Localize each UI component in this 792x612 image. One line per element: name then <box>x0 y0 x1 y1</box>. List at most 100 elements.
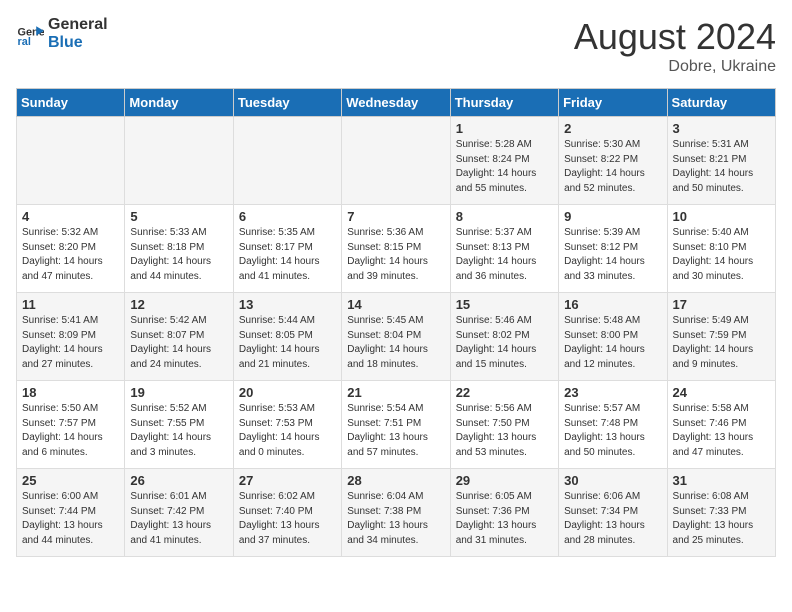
day-cell: 12 Sunrise: 5:42 AM Sunset: 8:07 PM Dayli… <box>125 293 233 381</box>
day-number: 13 <box>239 297 336 312</box>
day-info: Sunrise: 6:05 AM Sunset: 7:36 PM Dayligh… <box>456 490 553 548</box>
day-number: 25 <box>22 473 119 488</box>
day-cell: 23 Sunrise: 5:57 AM Sunset: 7:48 PM Dayli… <box>559 381 667 469</box>
day-cell <box>342 117 450 205</box>
day-cell: 9Sunrise: 5:39 AM Sunset: 8:12 PM Daylig… <box>559 205 667 293</box>
day-info: Sunrise: 5:57 AM Sunset: 7:48 PM Dayligh… <box>564 402 661 460</box>
day-cell: 28 Sunrise: 6:04 AM Sunset: 7:38 PM Dayli… <box>342 469 450 557</box>
day-number: 12 <box>130 297 227 312</box>
day-info: Sunrise: 5:44 AM Sunset: 8:05 PM Dayligh… <box>239 314 336 372</box>
day-cell: 10Sunrise: 5:40 AM Sunset: 8:10 PM Dayli… <box>667 205 775 293</box>
day-cell: 7Sunrise: 5:36 AM Sunset: 8:15 PM Daylig… <box>342 205 450 293</box>
weekday-header-thursday: Thursday <box>450 89 558 117</box>
day-info: Sunrise: 5:31 AM Sunset: 8:21 PM Dayligh… <box>673 138 770 196</box>
day-cell: 26Sunrise: 6:01 AM Sunset: 7:42 PM Dayli… <box>125 469 233 557</box>
day-info: Sunrise: 5:48 AM Sunset: 8:00 PM Dayligh… <box>564 314 661 372</box>
month-title: August 2024 <box>574 16 776 58</box>
day-info: Sunrise: 6:01 AM Sunset: 7:42 PM Dayligh… <box>130 490 227 548</box>
day-info: Sunrise: 5:49 AM Sunset: 7:59 PM Dayligh… <box>673 314 770 372</box>
day-info: Sunrise: 5:46 AM Sunset: 8:02 PM Dayligh… <box>456 314 553 372</box>
day-cell: 17Sunrise: 5:49 AM Sunset: 7:59 PM Dayli… <box>667 293 775 381</box>
day-number: 14 <box>347 297 444 312</box>
day-number: 27 <box>239 473 336 488</box>
day-info: Sunrise: 5:52 AM Sunset: 7:55 PM Dayligh… <box>130 402 227 460</box>
day-info: Sunrise: 5:28 AM Sunset: 8:24 PM Dayligh… <box>456 138 553 196</box>
day-number: 9 <box>564 209 661 224</box>
day-number: 16 <box>564 297 661 312</box>
day-number: 30 <box>564 473 661 488</box>
day-info: Sunrise: 6:00 AM Sunset: 7:44 PM Dayligh… <box>22 490 119 548</box>
day-info: Sunrise: 5:50 AM Sunset: 7:57 PM Dayligh… <box>22 402 119 460</box>
week-row-3: 11 Sunrise: 5:41 AM Sunset: 8:09 PM Dayli… <box>17 293 776 381</box>
day-number: 24 <box>673 385 770 400</box>
day-cell: 3Sunrise: 5:31 AM Sunset: 8:21 PM Daylig… <box>667 117 775 205</box>
day-number: 20 <box>239 385 336 400</box>
day-number: 10 <box>673 209 770 224</box>
day-info: Sunrise: 5:35 AM Sunset: 8:17 PM Dayligh… <box>239 226 336 284</box>
day-info: Sunrise: 5:37 AM Sunset: 8:13 PM Dayligh… <box>456 226 553 284</box>
weekday-header-sunday: Sunday <box>17 89 125 117</box>
day-cell: 25 Sunrise: 6:00 AM Sunset: 7:44 PM Dayli… <box>17 469 125 557</box>
day-cell: 1 Sunrise: 5:28 AM Sunset: 8:24 PM Daylig… <box>450 117 558 205</box>
day-cell: 20Sunrise: 5:53 AM Sunset: 7:53 PM Dayli… <box>233 381 341 469</box>
logo: Gene ral General Blue <box>16 16 108 51</box>
day-cell: 27 Sunrise: 6:02 AM Sunset: 7:40 PM Dayli… <box>233 469 341 557</box>
day-cell <box>17 117 125 205</box>
location-subtitle: Dobre, Ukraine <box>574 58 776 76</box>
day-info: Sunrise: 6:04 AM Sunset: 7:38 PM Dayligh… <box>347 490 444 548</box>
weekday-header-row: SundayMondayTuesdayWednesdayThursdayFrid… <box>17 89 776 117</box>
day-cell: 5 Sunrise: 5:33 AM Sunset: 8:18 PM Daylig… <box>125 205 233 293</box>
day-info: Sunrise: 5:33 AM Sunset: 8:18 PM Dayligh… <box>130 226 227 284</box>
day-info: Sunrise: 5:36 AM Sunset: 8:15 PM Dayligh… <box>347 226 444 284</box>
day-number: 11 <box>22 297 119 312</box>
day-cell: 21Sunrise: 5:54 AM Sunset: 7:51 PM Dayli… <box>342 381 450 469</box>
week-row-5: 25 Sunrise: 6:00 AM Sunset: 7:44 PM Dayli… <box>17 469 776 557</box>
day-cell: 4Sunrise: 5:32 AM Sunset: 8:20 PM Daylig… <box>17 205 125 293</box>
week-row-4: 18 Sunrise: 5:50 AM Sunset: 7:57 PM Dayli… <box>17 381 776 469</box>
day-number: 15 <box>456 297 553 312</box>
day-cell: 8 Sunrise: 5:37 AM Sunset: 8:13 PM Daylig… <box>450 205 558 293</box>
weekday-header-tuesday: Tuesday <box>233 89 341 117</box>
day-info: Sunrise: 5:32 AM Sunset: 8:20 PM Dayligh… <box>22 226 119 284</box>
day-number: 19 <box>130 385 227 400</box>
weekday-header-friday: Friday <box>559 89 667 117</box>
day-cell: 14Sunrise: 5:45 AM Sunset: 8:04 PM Dayli… <box>342 293 450 381</box>
day-cell: 31Sunrise: 6:08 AM Sunset: 7:33 PM Dayli… <box>667 469 775 557</box>
day-number: 2 <box>564 121 661 136</box>
day-number: 6 <box>239 209 336 224</box>
day-info: Sunrise: 5:41 AM Sunset: 8:09 PM Dayligh… <box>22 314 119 372</box>
day-cell: 2Sunrise: 5:30 AM Sunset: 8:22 PM Daylig… <box>559 117 667 205</box>
day-number: 23 <box>564 385 661 400</box>
day-info: Sunrise: 6:02 AM Sunset: 7:40 PM Dayligh… <box>239 490 336 548</box>
svg-text:ral: ral <box>18 35 31 47</box>
day-cell: 19 Sunrise: 5:52 AM Sunset: 7:55 PM Dayli… <box>125 381 233 469</box>
weekday-header-monday: Monday <box>125 89 233 117</box>
day-number: 18 <box>22 385 119 400</box>
day-cell: 18 Sunrise: 5:50 AM Sunset: 7:57 PM Dayli… <box>17 381 125 469</box>
week-row-1: 1 Sunrise: 5:28 AM Sunset: 8:24 PM Daylig… <box>17 117 776 205</box>
day-number: 21 <box>347 385 444 400</box>
logo-icon: Gene ral <box>16 20 44 48</box>
day-cell: 13 Sunrise: 5:44 AM Sunset: 8:05 PM Dayli… <box>233 293 341 381</box>
day-number: 31 <box>673 473 770 488</box>
day-cell: 22 Sunrise: 5:56 AM Sunset: 7:50 PM Dayli… <box>450 381 558 469</box>
weekday-header-saturday: Saturday <box>667 89 775 117</box>
logo-text-general: General <box>48 16 108 34</box>
day-cell: 29Sunrise: 6:05 AM Sunset: 7:36 PM Dayli… <box>450 469 558 557</box>
day-number: 1 <box>456 121 553 136</box>
day-number: 28 <box>347 473 444 488</box>
day-info: Sunrise: 5:56 AM Sunset: 7:50 PM Dayligh… <box>456 402 553 460</box>
day-info: Sunrise: 5:58 AM Sunset: 7:46 PM Dayligh… <box>673 402 770 460</box>
logo-text-blue: Blue <box>48 34 108 52</box>
day-info: Sunrise: 6:06 AM Sunset: 7:34 PM Dayligh… <box>564 490 661 548</box>
day-number: 22 <box>456 385 553 400</box>
page-header: Gene ral General Blue August 2024 Dobre,… <box>16 16 776 76</box>
day-info: Sunrise: 5:42 AM Sunset: 8:07 PM Dayligh… <box>130 314 227 372</box>
day-number: 8 <box>456 209 553 224</box>
day-cell: 24 Sunrise: 5:58 AM Sunset: 7:46 PM Dayli… <box>667 381 775 469</box>
day-cell: 11 Sunrise: 5:41 AM Sunset: 8:09 PM Dayli… <box>17 293 125 381</box>
day-cell: 30 Sunrise: 6:06 AM Sunset: 7:34 PM Dayli… <box>559 469 667 557</box>
day-cell <box>233 117 341 205</box>
day-cell: 16 Sunrise: 5:48 AM Sunset: 8:00 PM Dayli… <box>559 293 667 381</box>
day-number: 5 <box>130 209 227 224</box>
